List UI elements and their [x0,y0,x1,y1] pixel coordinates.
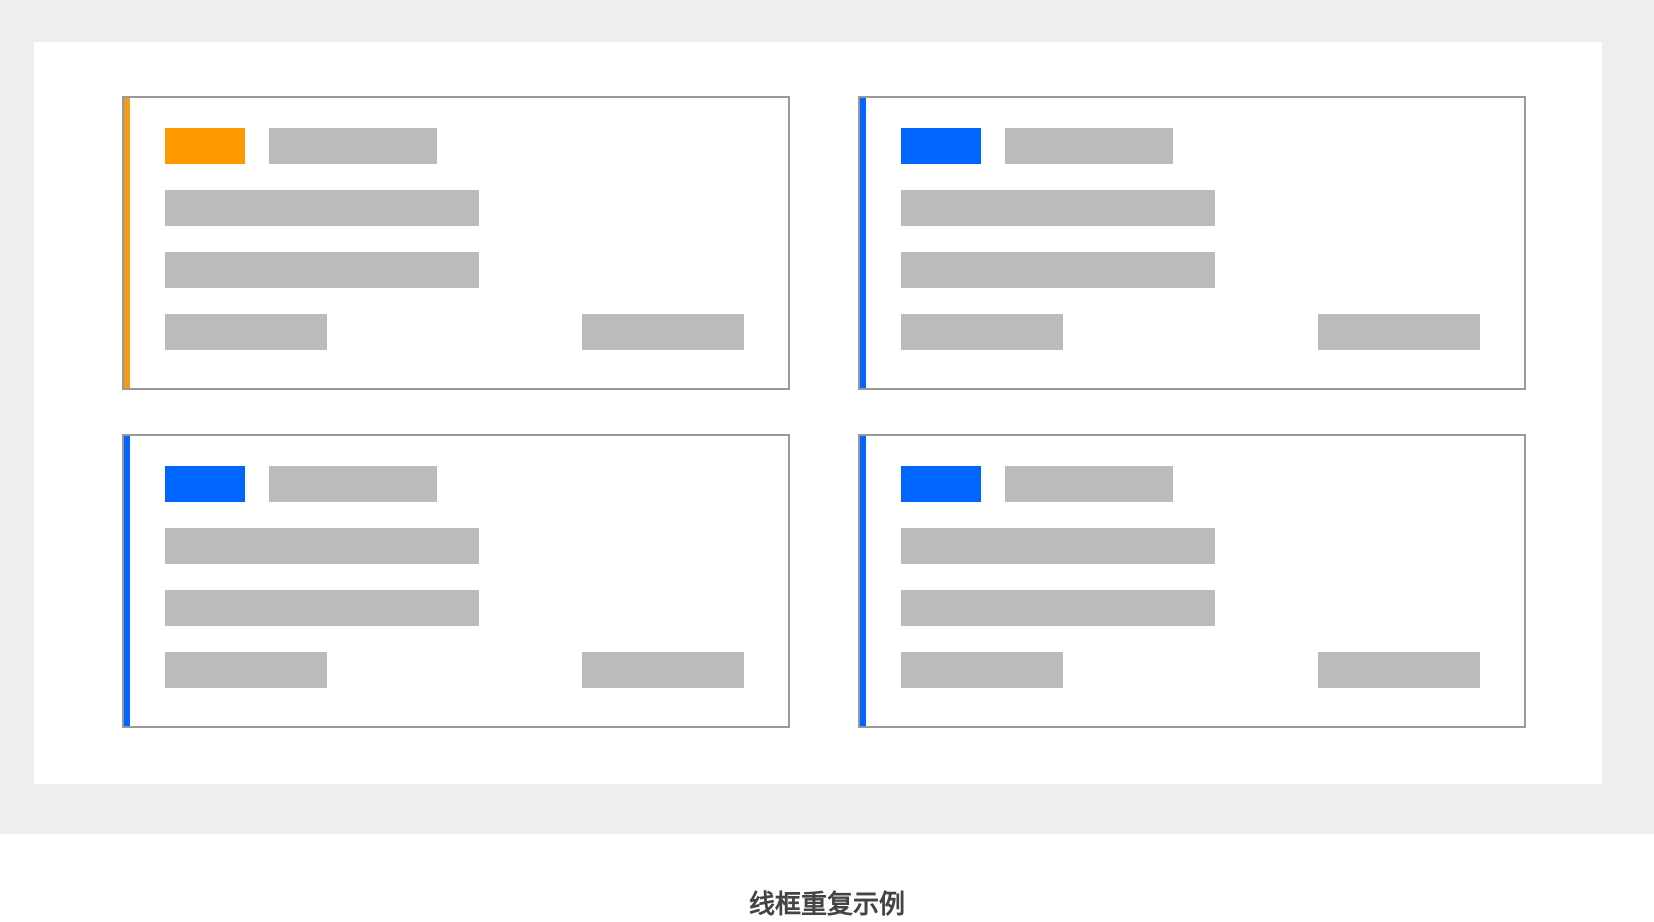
wireframe-canvas [34,42,1602,784]
card-footer-right-placeholder [582,314,744,350]
card-tag-placeholder [901,466,981,502]
card-text-line-placeholder [901,190,1215,226]
card-grid [122,96,1526,736]
figure-caption: 线框重复示例 [748,890,905,920]
card-text-line-placeholder [165,528,479,564]
card-footer-right-placeholder [1318,314,1480,350]
card-footer-left-placeholder [901,314,1063,350]
card-text-line-placeholder [165,190,479,226]
card-text-line-placeholder [901,528,1215,564]
card-footer-right-placeholder [1318,652,1480,688]
card-accent-bar [124,98,130,388]
card-footer-right-placeholder [582,652,744,688]
card-accent-bar [124,436,130,726]
wireframe-stage [0,0,1654,834]
card-text-line-placeholder [165,252,479,288]
card-tag-placeholder [165,128,245,164]
card-accent-bar [860,436,866,726]
card-title-placeholder [269,128,437,164]
card-text-line-placeholder [901,590,1215,626]
card-accent-bar [860,98,866,388]
card-title-placeholder [1005,128,1173,164]
wireframe-card [122,434,790,728]
card-tag-placeholder [901,128,981,164]
wireframe-card [122,96,790,390]
card-footer-left-placeholder [901,652,1063,688]
card-tag-placeholder [165,466,245,502]
card-title-placeholder [1005,466,1173,502]
card-text-line-placeholder [901,252,1215,288]
card-footer-left-placeholder [165,652,327,688]
card-text-line-placeholder [165,590,479,626]
wireframe-card [858,96,1526,390]
card-footer-left-placeholder [165,314,327,350]
wireframe-card [858,434,1526,728]
card-title-placeholder [269,466,437,502]
